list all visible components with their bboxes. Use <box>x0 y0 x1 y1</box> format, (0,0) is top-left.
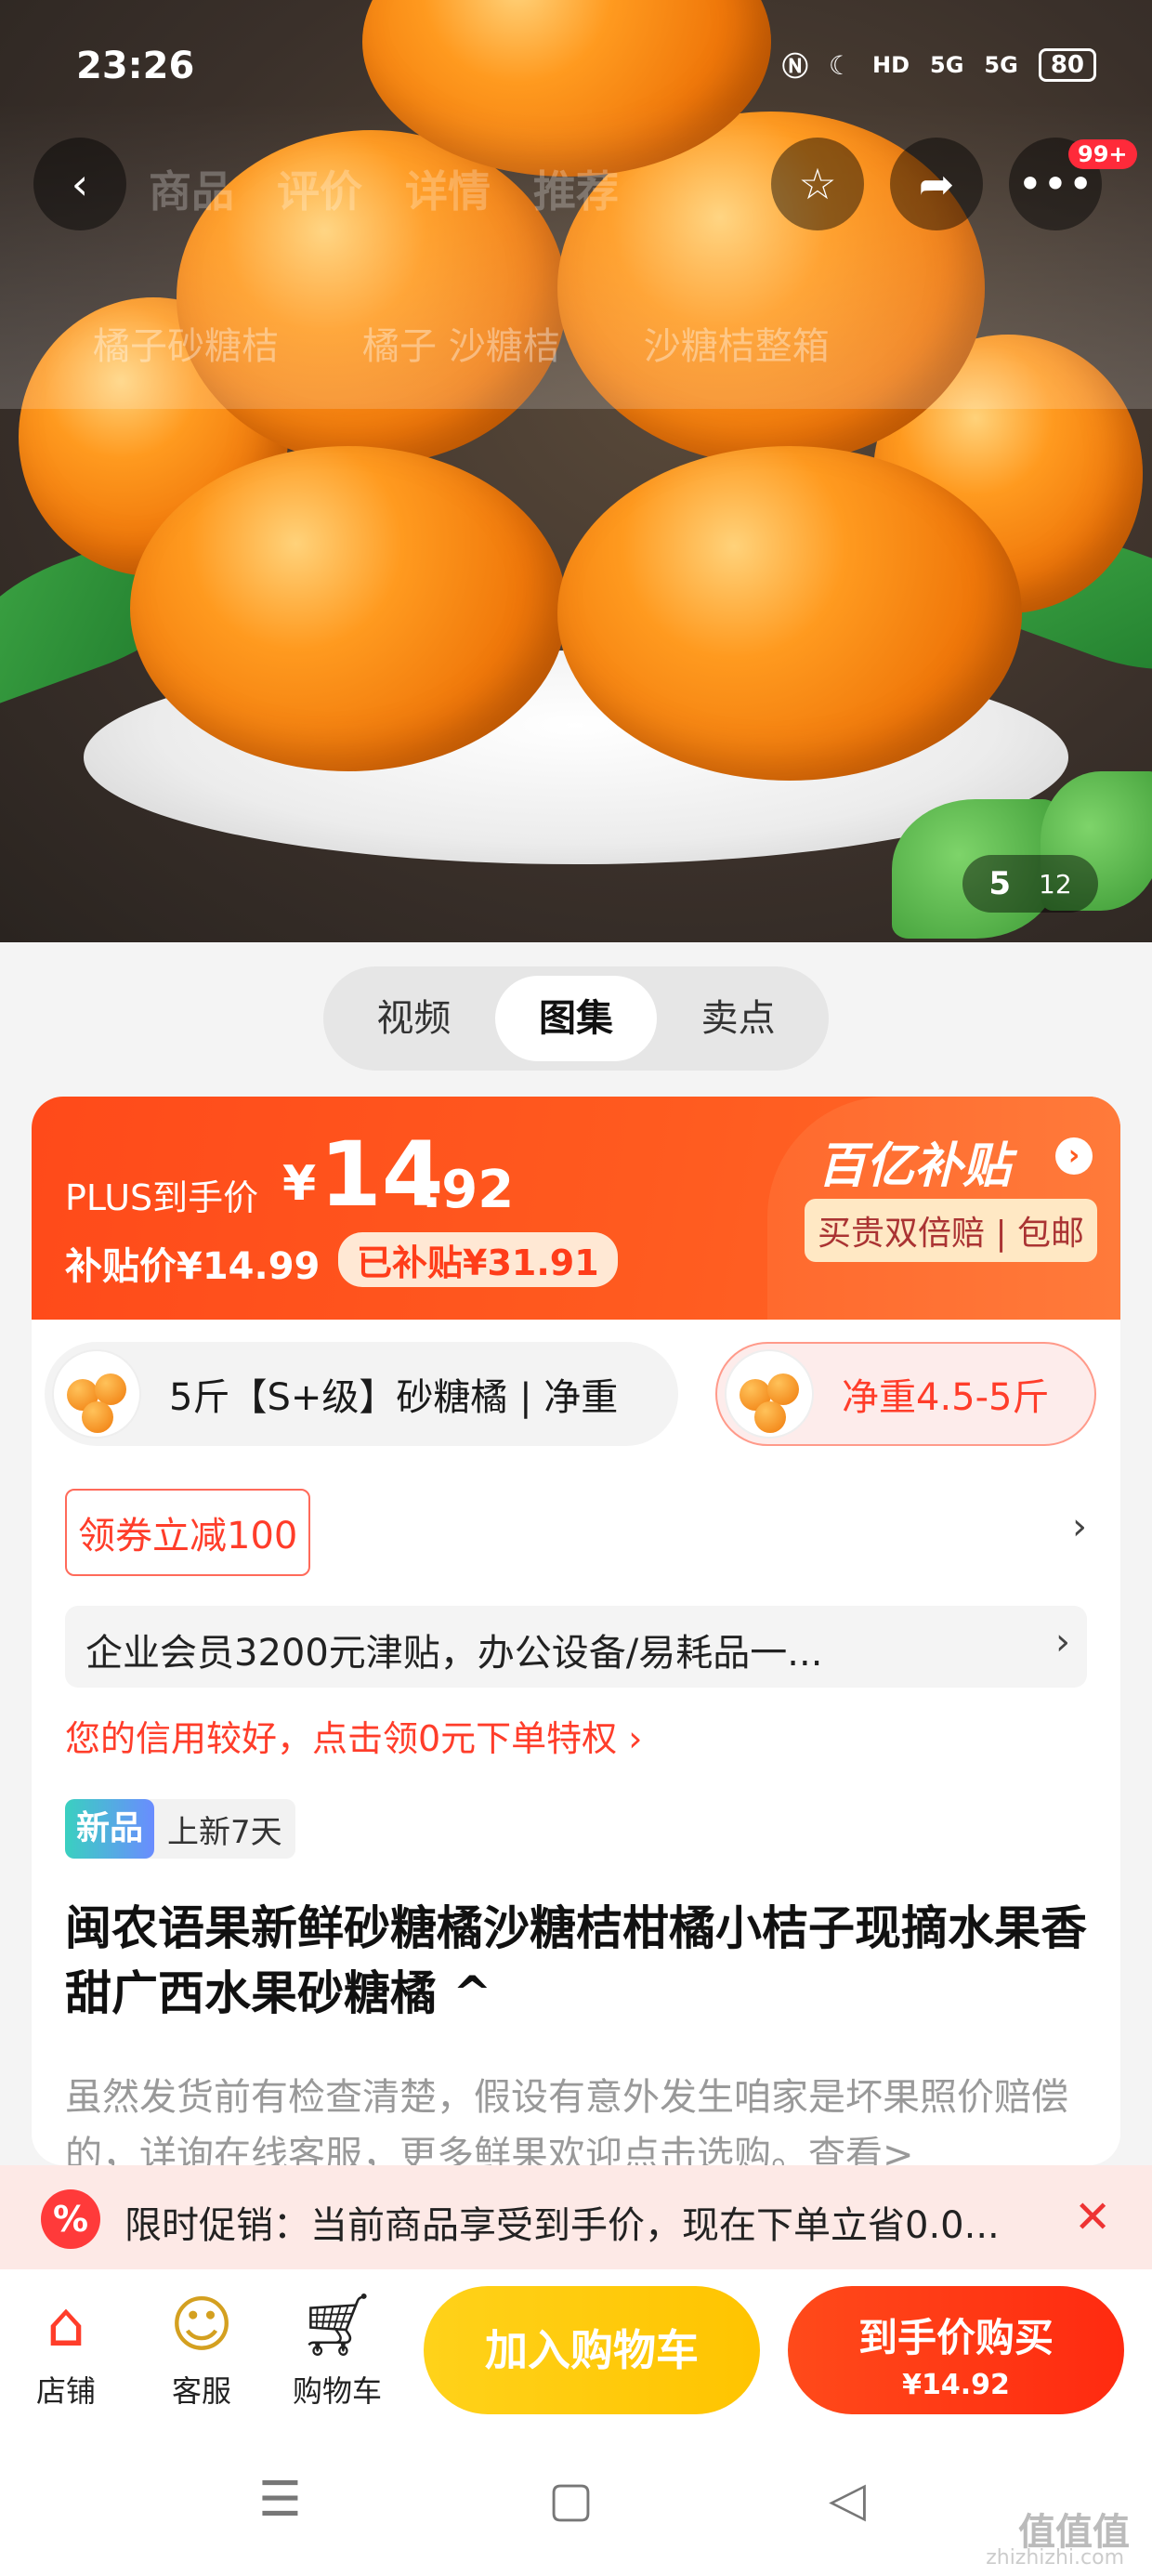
chevron-right-icon[interactable]: › <box>1072 1505 1087 1548</box>
gallery-total: 12 <box>1039 868 1072 900</box>
search-suggestions: 橘子砂糖桔 橘子 沙糖桔 沙糖桔整箱 <box>93 316 830 370</box>
customer-service-icon: ☺ <box>169 2289 234 2360</box>
subsidy-price: 补贴价¥14.99 <box>65 1245 321 1288</box>
sku-option-label: 净重4.5-5斤 <box>842 1376 1050 1419</box>
product-image-gallery[interactable]: 23:26 Ⓝ ☾ HD 5G 5G 80 商品 评价 详情 推荐 橘子砂糖桔 … <box>0 0 1152 942</box>
signal-icon: 5G <box>984 52 1018 78</box>
header-tabs: 商品 评价 详情 推荐 <box>149 158 619 219</box>
watermark-domain: zhizhizhi.com <box>986 2546 1124 2569</box>
clock: 23:26 <box>76 45 195 87</box>
header-tab[interactable]: 商品 <box>149 158 234 219</box>
enterprise-member-row[interactable]: 企业会员3200元津贴，办公设备/易耗品一... › <box>65 1606 1087 1688</box>
chevron-right-icon: › <box>1055 1621 1070 1663</box>
coupon-button[interactable]: 领券立减100 <box>65 1489 311 1576</box>
tangerine <box>130 446 567 771</box>
buy-now-button[interactable]: 到手价购买 ¥14.92 <box>788 2286 1124 2414</box>
status-bar: 23:26 Ⓝ ☾ HD 5G 5G 80 <box>0 37 1152 102</box>
search-suggestion[interactable]: 沙糖桔整箱 <box>644 316 830 370</box>
promotion-text: 限时促销：当前商品享受到手价，现在下单立省0.0... <box>124 2204 1000 2247</box>
share-button[interactable]: ➦ <box>890 138 983 230</box>
moon-icon: ☾ <box>828 49 852 81</box>
gallery-counter: 5 12 <box>962 855 1098 913</box>
sku-thumbnail <box>725 1349 814 1439</box>
nfc-icon: Ⓝ <box>781 51 808 82</box>
close-icon[interactable]: ✕ <box>1074 2191 1111 2243</box>
search-suggestion[interactable]: 橘子 沙糖桔 <box>362 316 560 370</box>
new-product-tag: 新品 上新7天 <box>65 1799 295 1859</box>
search-suggestion[interactable]: 橘子砂糖桔 <box>93 316 279 370</box>
brand-logo[interactable]: 百亿补贴 <box>818 1126 1011 1196</box>
shop-label: 店铺 <box>35 2373 96 2409</box>
product-title[interactable]: 闽农语果新鲜砂糖橘沙糖桔柑橘小桔子现摘水果香甜广西水果砂糖橘 ^ <box>65 1896 1087 2026</box>
favorite-button[interactable]: ☆ <box>771 138 864 230</box>
tab-gallery[interactable]: 图集 <box>494 976 658 1061</box>
plus-price-decimal: .92 <box>422 1160 515 1220</box>
menu-icon[interactable]: ☰ <box>258 2472 302 2528</box>
cart-button[interactable]: 🛒︎ 购物车 <box>286 2288 388 2411</box>
tab-video[interactable]: 视频 <box>333 976 495 1061</box>
buy-now-label: 到手价购买 <box>857 2315 1054 2360</box>
credit-privilege-link[interactable]: 您的信用较好，点击领0元下单特权 › <box>65 1710 642 1761</box>
chevron-right-icon[interactable]: › <box>1055 1137 1093 1175</box>
header-tab[interactable]: 详情 <box>405 158 491 219</box>
product-info-card: PLUS到手价 ¥ 14 .92 补贴价¥14.99 已补贴¥31.91 百亿补… <box>32 1097 1120 2165</box>
status-icons: Ⓝ ☾ HD 5G 5G 80 <box>782 46 1096 84</box>
header-tab[interactable]: 评价 <box>277 158 362 219</box>
share-icon: ➦ <box>918 159 955 209</box>
promotion-bar[interactable]: % 限时促销：当前商品享受到手价，现在下单立省0.0... ✕ <box>0 2165 1152 2269</box>
cart-label: 购物车 <box>292 2373 382 2409</box>
shop-button[interactable]: ⌂ 店铺 <box>15 2288 117 2411</box>
product-description[interactable]: 虽然发货前有检查清楚，假设有意外发生咱家是坏果照价赔偿的，详询在线客服，更多鲜果… <box>65 2069 1087 2165</box>
sku-option-selected[interactable]: 净重4.5-5斤 <box>715 1342 1096 1446</box>
tab-selling-points[interactable]: 卖点 <box>657 976 819 1061</box>
home-icon[interactable]: ▢ <box>548 2472 594 2528</box>
sku-option-label: 5斤【S+级】砂糖橘 | 净重 <box>169 1376 619 1419</box>
add-to-cart-button[interactable]: 加入购物车 <box>424 2286 760 2414</box>
service-label: 客服 <box>171 2373 231 2409</box>
chevron-left-icon: ‹ <box>71 159 89 209</box>
new-days: 上新7天 <box>167 1813 282 1851</box>
sku-thumbnail <box>52 1349 141 1439</box>
guarantee-tag: 买贵双倍赔 | 包邮 <box>805 1199 1098 1262</box>
back-button[interactable]: ‹ <box>33 138 126 230</box>
enterprise-member-text: 企业会员3200元津贴，办公设备/易耗品一... <box>85 1632 823 1675</box>
battery-icon: 80 <box>1038 48 1096 82</box>
plus-price-currency: ¥ <box>282 1156 317 1212</box>
plus-price-label: PLUS到手价 <box>65 1177 259 1218</box>
discount-icon: % <box>41 2189 100 2249</box>
message-badge: 99+ <box>1068 139 1137 169</box>
signal-icon: 5G <box>930 52 964 78</box>
sku-selector: 5斤【S+级】砂糖橘 | 净重 净重4.5-5斤 <box>32 1342 1120 1463</box>
tangerine <box>557 446 1022 781</box>
subsidy-amount-badge: 已补贴¥31.91 <box>338 1232 618 1287</box>
store-icon: ⌂ <box>46 2289 85 2360</box>
hd-icon: HD <box>871 52 910 78</box>
gallery-current: 5 <box>988 865 1012 902</box>
bottom-action-bar: ⌂ 店铺 ☺ 客服 🛒︎ 购物车 加入购物车 到手价购买 ¥14.92 <box>0 2269 1152 2424</box>
star-icon: ☆ <box>798 159 837 209</box>
new-badge: 新品 <box>65 1799 155 1859</box>
system-navigation-bar: ☰ ▢ ◁ <box>0 2424 1152 2576</box>
customer-service-button[interactable]: ☺ 客服 <box>151 2288 253 2411</box>
back-icon[interactable]: ◁ <box>829 2472 866 2528</box>
header-tab[interactable]: 推荐 <box>533 158 619 219</box>
media-tabs: 视频 图集 卖点 <box>323 966 829 1071</box>
sku-option[interactable]: 5斤【S+级】砂糖橘 | 净重 <box>45 1342 678 1446</box>
cart-icon: 🛒︎ <box>298 2289 376 2360</box>
buy-now-price: ¥14.92 <box>902 2369 1010 2401</box>
